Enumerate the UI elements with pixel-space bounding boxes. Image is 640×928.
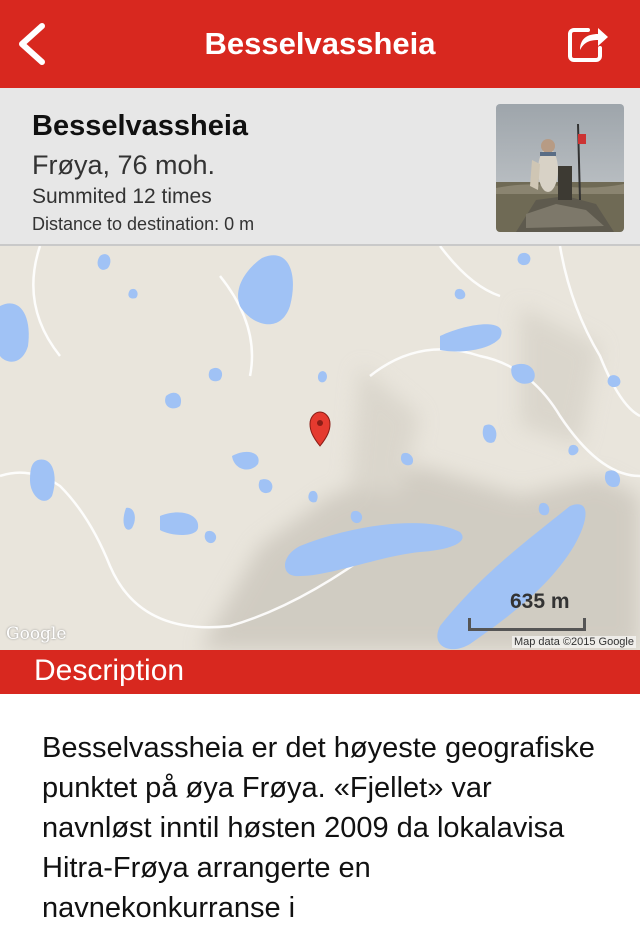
share-button[interactable]: [566, 20, 610, 64]
summit-count: Summited 12 times: [32, 185, 212, 208]
google-logo: Google: [6, 624, 67, 644]
navigation-bar: Besselvassheia: [0, 0, 640, 88]
summit-name: Besselvassheia: [32, 110, 249, 142]
page-title: Besselvassheia: [204, 26, 436, 61]
summit-photo[interactable]: [496, 104, 624, 232]
map-scale-label: 635 m: [510, 590, 570, 613]
map-scale-bar: [468, 618, 586, 631]
map-view[interactable]: Google 635 m Map data ©2015 Google: [0, 246, 640, 650]
description-text: Besselvassheia er det høyeste geografisk…: [42, 732, 595, 924]
description-title: Description: [34, 654, 185, 687]
summit-info-panel: Besselvassheia Frøya, 76 moh. Summited 1…: [0, 88, 640, 246]
distance-to-destination: Distance to destination: 0 m: [32, 214, 255, 234]
map-attribution[interactable]: Map data ©2015 Google: [511, 636, 636, 648]
summit-location: Frøya, 76 moh.: [32, 150, 216, 180]
description-header: Description: [0, 650, 640, 694]
share-icon: [568, 28, 608, 62]
